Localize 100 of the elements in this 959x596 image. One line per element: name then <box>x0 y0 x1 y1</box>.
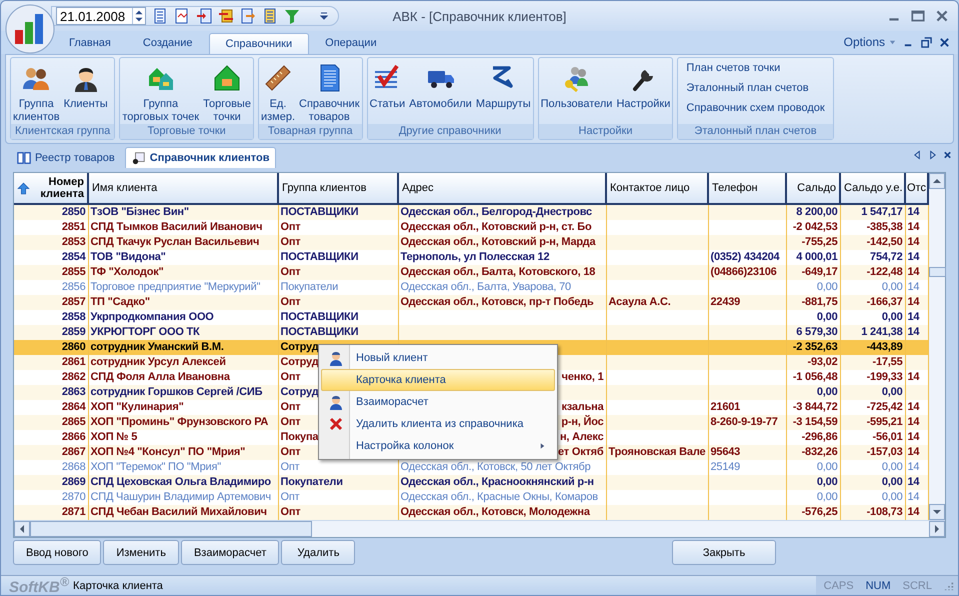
scroll-down-icon[interactable] <box>929 504 945 520</box>
action-button[interactable]: Ввод нового <box>13 540 102 565</box>
table-cell: ченко, 1 <box>562 371 604 383</box>
restore-icon[interactable] <box>921 36 932 48</box>
table-cell: 2871 <box>62 506 86 518</box>
import-icon[interactable] <box>196 8 212 24</box>
date-field[interactable]: 21.01.2008 <box>56 7 146 25</box>
ribbon-button[interactable]: Торговые точки <box>203 60 251 124</box>
table-cell: Одесская обл., Красноокнянский р-н <box>400 476 594 488</box>
scroll-thumb[interactable] <box>30 521 312 537</box>
table-cell: 0,00 <box>816 386 838 398</box>
list-icon[interactable] <box>262 8 278 24</box>
table-cell: ХОП № 5 <box>90 431 138 443</box>
table-cell: СПД Тымков Василий Иванович <box>90 221 262 233</box>
action-button[interactable]: Взаиморасчет <box>180 540 280 565</box>
table-cell: 14 <box>908 461 920 473</box>
scroll-right-icon[interactable] <box>929 521 945 537</box>
table-cell: ХОП "Проминь" Фрунзовского РА <box>90 416 268 428</box>
previous-icon[interactable] <box>913 150 922 160</box>
close-icon[interactable] <box>939 36 950 48</box>
chart-icon[interactable] <box>174 8 190 24</box>
action-button[interactable]: Удалить <box>281 540 356 565</box>
ribbon-button[interactable]: Настройки <box>616 60 670 124</box>
ribbon-tab[interactable]: Создание <box>126 33 208 54</box>
customize-icon[interactable] <box>320 12 328 20</box>
sort-icon[interactable] <box>17 182 30 194</box>
table-cell: Опт <box>280 236 300 248</box>
table-cell: Одесская обл., Котовск, Молодежна <box>400 506 590 518</box>
ribbon-button[interactable]: Пользователи <box>540 60 612 124</box>
table-cell: -1 056,48 <box>792 371 838 383</box>
table-row[interactable]: 2850 ТзОВ "Бізнес Вин" ПОСТАВЩИКИ Одесская обл., Белгород-Днестровс 8 200,00 1 547,17 14 <box>14 204 928 220</box>
table-cell: Одесская обл., Котовск, 50 лет Октябр <box>400 461 591 473</box>
ribbon-button-label: Группа клиентов <box>13 98 60 124</box>
ribbon-button-label: Статьи <box>370 98 406 111</box>
table-cell: 2869 <box>62 476 86 488</box>
spinner-icon[interactable] <box>132 8 145 24</box>
ribbon-button[interactable]: Справочник товаров <box>299 60 360 124</box>
scroll-up-icon[interactable] <box>929 173 945 189</box>
table-row[interactable]: 2859 УКРЮГТОРГ ООО ТК ПОСТАВЩИКИ 6 579,30 1 241,38 14 <box>14 325 928 340</box>
table-cell: 0,00 <box>816 491 838 503</box>
table-cell: 0,00 <box>816 281 838 293</box>
table-row[interactable]: 2853 СПД Ткачук Руслан Васильевич Опт Одесская обл., Котовский р-н, Марда -755,25 -142,50 14 <box>14 235 928 250</box>
table-cell: Опт <box>280 266 300 278</box>
column-header[interactable]: Адрес <box>402 182 434 194</box>
vertical-scrollbar[interactable] <box>929 173 945 520</box>
table-cell: Асаула А.С. <box>608 296 671 308</box>
table-cell: Опт <box>280 461 300 473</box>
column-header[interactable]: Имя клиента <box>92 182 158 194</box>
ribbon-link[interactable]: План счетов точки <box>686 62 825 74</box>
table-cell: 14 <box>908 326 920 338</box>
group-label: Настройки <box>538 124 672 139</box>
next-icon[interactable] <box>928 150 937 160</box>
ribbon-button[interactable]: Автомобили <box>409 60 472 124</box>
ribbon-button[interactable]: Статьи <box>370 60 406 124</box>
ribbon-button[interactable]: Ед. измер. <box>260 60 296 124</box>
ribbon-tab[interactable]: Главная <box>53 33 127 54</box>
table-cell: 2860 <box>62 341 86 353</box>
ribbon-tab[interactable]: Операции <box>309 33 393 54</box>
ribbon-button[interactable]: Маршруты <box>476 60 531 124</box>
scroll-left-icon[interactable] <box>14 521 30 537</box>
action-button[interactable]: Изменить <box>103 540 179 565</box>
exchange-icon[interactable] <box>218 8 234 24</box>
table-cell: СПД Фоля Алла Ивановна <box>90 371 230 383</box>
maximize-icon[interactable] <box>910 8 926 24</box>
ribbon-tab[interactable]: Справочники <box>208 33 310 54</box>
filter-icon[interactable] <box>284 8 300 24</box>
ribbon-link[interactable]: Справочник схем проводок <box>686 102 825 114</box>
scroll-thumb[interactable] <box>929 267 946 277</box>
ribbon-button[interactable]: Группа клиентов <box>13 60 60 124</box>
table-cell: Одесская обл., Белгород-Днестровс <box>400 206 592 218</box>
table-cell: -56,01 <box>872 431 902 443</box>
horizontal-scrollbar[interactable] <box>14 520 945 537</box>
table-cell: Одесская обл., Котовский р-н, ст. Бо <box>400 221 592 233</box>
close-icon[interactable] <box>943 150 952 160</box>
ribbon-button[interactable]: Клиенты <box>64 60 108 124</box>
table-row[interactable]: 2855 ТФ "Холодок" Опт Одесская обл., Балта, Котовского, 18 (04866)23106 -649,17 -122,48 14 <box>14 265 928 280</box>
table-cell: -443,89 <box>866 341 902 353</box>
menu-item[interactable]: Карточка клиента <box>321 369 555 391</box>
ribbon-link[interactable]: Эталонный план счетов <box>686 82 825 94</box>
action-button[interactable]: Закрыть <box>672 540 776 565</box>
export-icon[interactable] <box>240 8 256 24</box>
document-icon[interactable] <box>152 8 168 24</box>
table-cell: -755,25 <box>802 236 838 248</box>
document-tab[interactable]: Реестр товаров <box>11 147 121 168</box>
table-row[interactable]: 2871 СПД Чебан Василий Михайлович Опт Одесская обл., Котовск, Молодежна -576,25 -108,73 14 <box>14 505 928 520</box>
ribbon-button[interactable]: Группа торговых точек <box>122 60 200 124</box>
resize-grip-icon[interactable] <box>944 580 954 590</box>
table-cell: 2866 <box>62 431 86 443</box>
document-tab[interactable]: Справочник клиентов <box>124 147 276 168</box>
table-cell: СПД Чебан Василий Михайлович <box>90 506 267 518</box>
table-row[interactable]: 2869 СПД Цеховская Ольга Владимиро Покупатели Одесская обл., Красноокнянский р-н 0,00 0,00 14 <box>14 475 928 490</box>
table-cell: 0,00 <box>816 461 838 473</box>
table-cell: -157,03 <box>866 446 902 458</box>
close-icon[interactable] <box>934 8 950 24</box>
table-row[interactable]: 2857 ТП "Садко" Опт Одесская обл., Котовск, пр-т Победь Асаула А.С. 22439 -881,75 -166,37 14 <box>14 295 928 310</box>
table-cell: 14 <box>908 281 920 293</box>
table-cell: 0,00 <box>882 491 902 503</box>
key-indicator: CAPS <box>824 580 854 592</box>
options-menu[interactable]: Options <box>844 35 885 49</box>
status-message: Карточка клиента <box>73 580 163 592</box>
